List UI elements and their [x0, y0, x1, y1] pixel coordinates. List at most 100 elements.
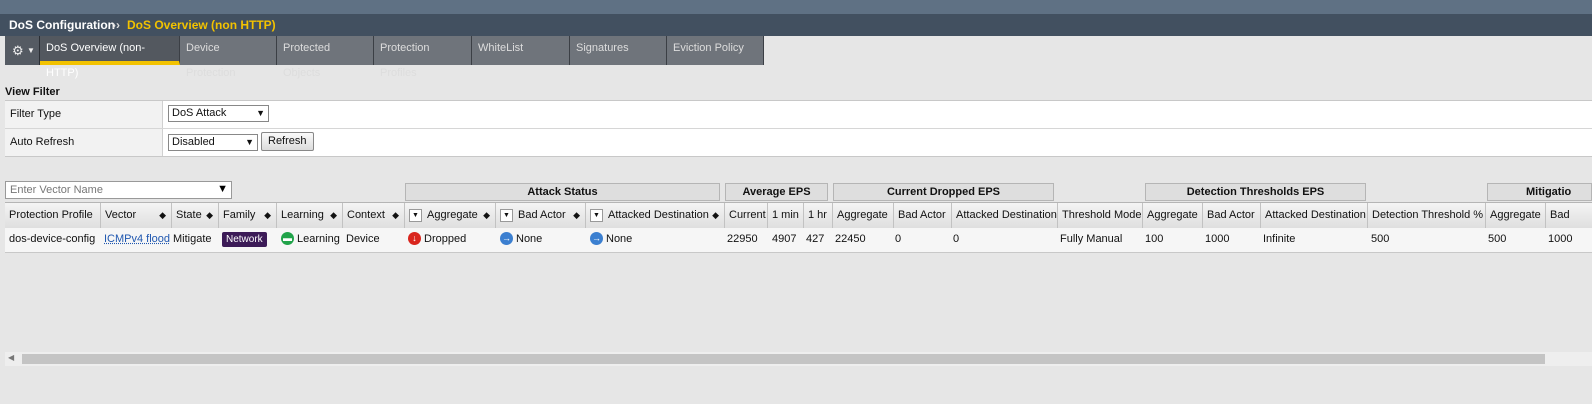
- sort-icon: ◆: [483, 210, 490, 220]
- col-1hr[interactable]: 1 hr: [804, 203, 833, 229]
- filter-icon[interactable]: ▼: [590, 208, 603, 222]
- sort-icon: ◆: [330, 210, 337, 220]
- arrow-right-icon: →: [500, 231, 513, 245]
- col-current[interactable]: Current: [725, 203, 768, 229]
- auto-refresh-value: Disabled: [172, 136, 215, 148]
- cell-threshold-mode: Fully Manual: [1060, 233, 1123, 245]
- horizontal-scrollbar[interactable]: ◀: [5, 352, 1592, 366]
- group-detection-thresholds-eps: Detection Thresholds EPS: [1145, 183, 1366, 201]
- col-mitigation-aggregate[interactable]: Aggregate: [1486, 203, 1546, 229]
- settings-menu-button[interactable]: ⚙ ▼: [5, 36, 40, 65]
- filter-icon[interactable]: ▼: [217, 181, 228, 197]
- breadcrumb-section[interactable]: DoS Configuration: [9, 18, 115, 32]
- chevron-down-icon: ▼: [27, 46, 35, 55]
- cell-dropped-attacked-destination: 0: [953, 233, 960, 245]
- col-vector[interactable]: Vector ◆: [101, 203, 172, 229]
- cell-detection-aggregate: 100: [1145, 233, 1164, 245]
- col-threshold-mode[interactable]: Threshold Mode: [1058, 203, 1143, 229]
- auto-refresh-row: Auto Refresh Disabled ▼ Refresh: [5, 128, 1592, 156]
- cell-attack-destination: → None: [590, 231, 633, 245]
- tab-dos-overview[interactable]: DoS Overview (non-HTTP): [40, 36, 180, 79]
- col-1min[interactable]: 1 min: [768, 203, 804, 229]
- group-attack-status: Attack Status: [405, 183, 720, 201]
- cell-current: 22950: [727, 233, 758, 245]
- view-filter-title: View Filter: [5, 86, 60, 98]
- tab-signatures[interactable]: Signatures: [570, 36, 667, 65]
- col-bad-actor[interactable]: ▼ Bad Actor ◆: [496, 203, 586, 229]
- vector-search-input[interactable]: Enter Vector Name ▼: [5, 181, 232, 199]
- search-placeholder: Enter Vector Name: [10, 184, 103, 196]
- cell-protection-profile: dos-device-config: [9, 233, 96, 245]
- col-learning[interactable]: Learning ◆: [277, 203, 343, 229]
- sort-icon: ◆: [206, 210, 213, 220]
- filter-type-select[interactable]: DoS Attack ▼: [168, 105, 269, 122]
- cell-state: Mitigate: [173, 233, 212, 245]
- scrollbar-thumb[interactable]: [22, 354, 1545, 364]
- sort-icon: ◆: [159, 210, 166, 220]
- scroll-left-icon[interactable]: ◀: [8, 353, 14, 362]
- sort-icon: ◆: [712, 210, 719, 220]
- cell-detection-bad-actor: 1000: [1205, 233, 1230, 245]
- cell-mitigation-bad-actor: 1000: [1548, 233, 1573, 245]
- filter-type-row: Filter Type DoS Attack ▼: [5, 101, 1592, 128]
- col-detection-aggregate[interactable]: Aggregate: [1143, 203, 1203, 229]
- table-row[interactable]: dos-device-config ICMPv4 flood Mitigate …: [5, 228, 1592, 253]
- filter-icon[interactable]: ▼: [409, 208, 422, 222]
- tab-bar: ⚙ ▼ DoS Overview (non-HTTP) Device Prote…: [0, 36, 1592, 79]
- cell-learning: ▬ Learning: [281, 231, 340, 245]
- tab-device-protection[interactable]: Device Protection: [180, 36, 277, 79]
- cell-dropped-bad-actor: 0: [895, 233, 902, 245]
- col-mitigation-bad-actor[interactable]: Bad: [1546, 203, 1592, 229]
- col-dropped-attacked-destination[interactable]: Attacked Destination: [952, 203, 1058, 229]
- col-state[interactable]: State ◆: [172, 203, 219, 229]
- col-context[interactable]: Context ◆: [343, 203, 405, 229]
- tab-protection-profiles[interactable]: Protection Profiles: [374, 36, 472, 79]
- tab-protected-objects[interactable]: Protected Objects: [277, 36, 374, 79]
- cell-detection-threshold-pct: 500: [1371, 233, 1390, 245]
- arrow-down-icon: ↓: [408, 231, 421, 245]
- filter-icon[interactable]: ▼: [500, 208, 513, 222]
- chevron-down-icon: ▼: [256, 108, 265, 118]
- cell-dropped-aggregate: 22450: [835, 233, 866, 245]
- group-mitigation: Mitigatio: [1487, 183, 1592, 201]
- cell-context: Device: [346, 233, 380, 245]
- gear-icon: ⚙: [12, 43, 24, 58]
- col-aggregate[interactable]: ▼ Aggregate ◆: [405, 203, 496, 229]
- chevron-down-icon: ▼: [245, 137, 254, 147]
- page-title: DoS Overview (non HTTP): [127, 18, 276, 32]
- top-strip: [0, 0, 1592, 14]
- cell-attack-aggregate: ↓ Dropped: [408, 228, 466, 252]
- auto-refresh-label: Auto Refresh: [5, 129, 163, 156]
- col-detection-bad-actor[interactable]: Bad Actor: [1203, 203, 1261, 229]
- refresh-button[interactable]: Refresh: [261, 132, 314, 151]
- view-filter-panel: Filter Type DoS Attack ▼ Auto Refresh Di…: [5, 100, 1592, 157]
- group-average-eps: Average EPS: [725, 183, 828, 201]
- cell-detection-attacked-destination: Infinite: [1263, 233, 1296, 245]
- cell-attack-bad-actor: → None: [500, 231, 543, 245]
- filter-type-label: Filter Type: [5, 101, 163, 128]
- cell-mitigation-aggregate: 500: [1488, 233, 1507, 245]
- col-family[interactable]: Family ◆: [219, 203, 277, 229]
- group-current-dropped-eps: Current Dropped EPS: [833, 183, 1054, 201]
- family-badge: Network: [222, 232, 267, 247]
- col-attacked-destination[interactable]: ▼ Attacked Destination ◆: [586, 203, 725, 229]
- table-header: Protection Profile Vector ◆ State ◆ Family…: [5, 202, 1592, 230]
- tab-whitelist[interactable]: WhiteList: [472, 36, 570, 65]
- title-bar: DoS Configuration ›› DoS Overview (non H…: [0, 14, 1592, 36]
- col-protection-profile[interactable]: Protection Profile: [5, 203, 101, 229]
- tab-eviction-policy[interactable]: Eviction Policy: [667, 36, 764, 65]
- sort-icon: ◆: [264, 210, 271, 220]
- auto-refresh-select[interactable]: Disabled ▼: [168, 134, 258, 151]
- cell-1min: 4907: [772, 233, 797, 245]
- cell-family: Network: [222, 228, 267, 252]
- sort-icon: ◆: [392, 210, 399, 220]
- col-dropped-aggregate[interactable]: Aggregate: [833, 203, 894, 229]
- learning-icon: ▬: [281, 231, 294, 245]
- col-dropped-bad-actor[interactable]: Bad Actor: [894, 203, 952, 229]
- filter-type-value: DoS Attack: [172, 107, 227, 119]
- col-detection-attacked-destination[interactable]: Attacked Destination: [1261, 203, 1368, 229]
- col-detection-threshold-pct[interactable]: Detection Threshold %: [1368, 203, 1486, 229]
- vector-link[interactable]: ICMPv4 flood: [104, 228, 170, 252]
- sort-icon: ◆: [573, 210, 580, 220]
- arrow-right-icon: →: [590, 231, 603, 245]
